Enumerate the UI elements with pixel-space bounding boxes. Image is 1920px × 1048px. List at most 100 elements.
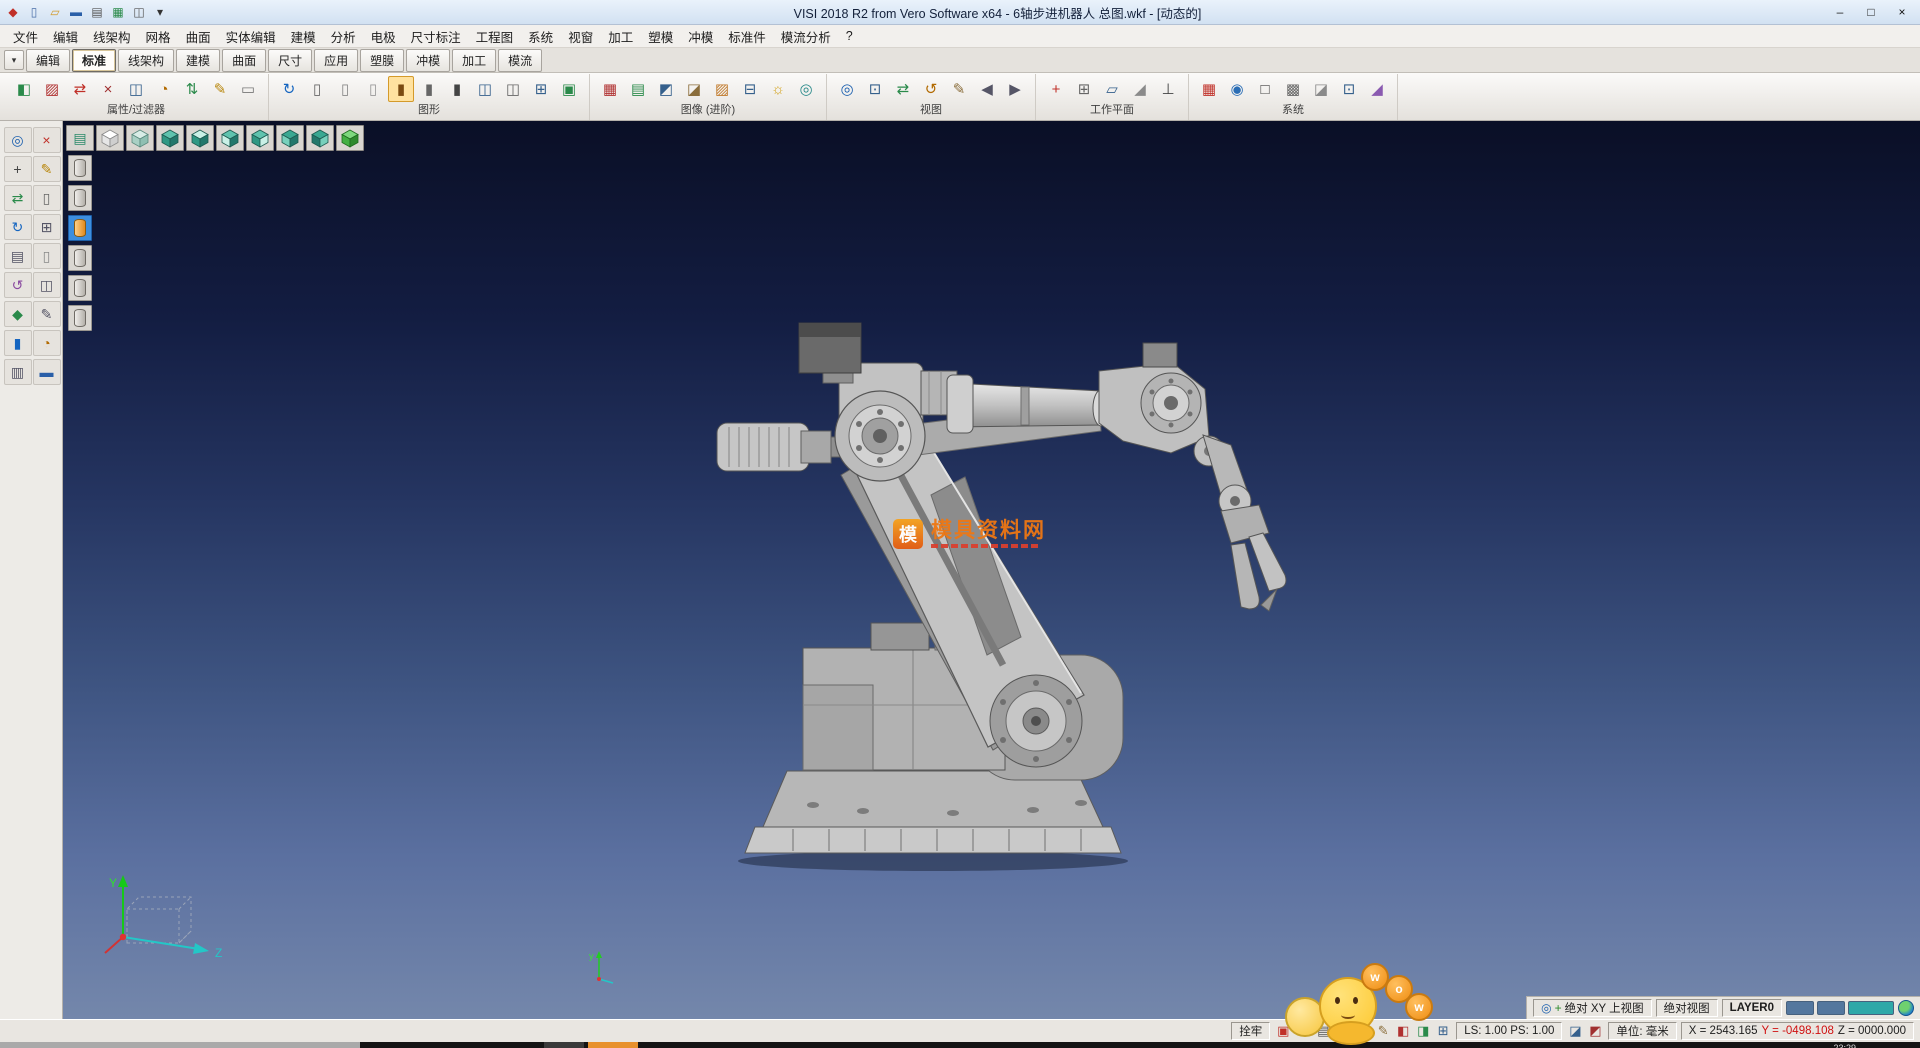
- material-view-icon[interactable]: ◪: [681, 76, 707, 102]
- regen-icon[interactable]: ↻: [4, 214, 32, 240]
- view-dynamic-icon[interactable]: [336, 125, 364, 151]
- attribute-edit-icon[interactable]: ✎: [207, 76, 233, 102]
- print-icon[interactable]: ▤: [88, 3, 106, 21]
- open-file-icon[interactable]: ▱: [46, 3, 64, 21]
- globe-status-icon[interactable]: [1898, 1000, 1914, 1016]
- sheet-icon[interactable]: ▯: [33, 243, 61, 269]
- workplane-new-icon[interactable]: +: [1043, 76, 1069, 102]
- wireframe-mode-icon[interactable]: ▯: [304, 76, 330, 102]
- system-layers-icon[interactable]: ◪: [1308, 76, 1334, 102]
- tab-overflow-button[interactable]: ▾: [4, 50, 24, 70]
- environment-view-icon[interactable]: ◎: [793, 76, 819, 102]
- tab-建模[interactable]: 建模: [176, 49, 220, 72]
- menu-item-2[interactable]: 线架构: [86, 25, 138, 48]
- attribute-history-icon[interactable]: ◔: [151, 76, 177, 102]
- menu-item-8[interactable]: 电极: [364, 25, 403, 48]
- menu-item-9[interactable]: 尺寸标注: [404, 25, 468, 48]
- redraw-icon[interactable]: ↻: [276, 76, 302, 102]
- attribute-clone-icon[interactable]: ◫: [123, 76, 149, 102]
- menu-item-0[interactable]: 文件: [6, 25, 45, 48]
- view-orientation-panel[interactable]: ◎ + 绝对 XY 上视图: [1533, 999, 1652, 1017]
- menu-item-14[interactable]: 塑模: [641, 25, 680, 48]
- snapshot-icon[interactable]: ◫: [130, 3, 148, 21]
- views-icon[interactable]: ◫: [33, 272, 61, 298]
- filter-delete-icon[interactable]: ×: [95, 76, 121, 102]
- layer-toggle-6[interactable]: [68, 305, 92, 331]
- layer-toggle-4[interactable]: [68, 245, 92, 271]
- view-iso-icon[interactable]: [156, 125, 184, 151]
- history-icon[interactable]: ◔: [33, 330, 61, 356]
- menu-item-17[interactable]: 模流分析: [774, 25, 838, 48]
- blank-page-icon[interactable]: ▯: [33, 185, 61, 211]
- layer-toggle-3[interactable]: [68, 215, 92, 241]
- multi-view-2-icon[interactable]: ◫: [500, 76, 526, 102]
- section-view-icon[interactable]: ⊟: [737, 76, 763, 102]
- delete-icon[interactable]: ×: [33, 127, 61, 153]
- dashed-hidden-mode-icon[interactable]: ▯: [360, 76, 386, 102]
- view-mode-panel[interactable]: 绝对视图: [1656, 999, 1718, 1017]
- menu-item-5[interactable]: 实体编辑: [219, 25, 283, 48]
- edit-geometry-icon[interactable]: ✎: [33, 156, 61, 182]
- tab-标准[interactable]: 标准: [72, 49, 116, 72]
- layer-toggle-5[interactable]: [68, 275, 92, 301]
- close-button[interactable]: ×: [1888, 3, 1916, 21]
- menu-item-10[interactable]: 工程图: [469, 25, 521, 48]
- zoom-window-icon[interactable]: ⊡: [862, 76, 888, 102]
- windows-taskbar[interactable]: 23:29: [0, 1042, 1920, 1048]
- save-dock-icon[interactable]: ▬: [33, 359, 61, 385]
- previous-view-icon[interactable]: ◀: [974, 76, 1000, 102]
- menu-item-16[interactable]: 标准件: [721, 25, 773, 48]
- color-palette-icon[interactable]: ▦: [1196, 76, 1222, 102]
- shaded-edges-mode-icon[interactable]: ▮: [444, 76, 470, 102]
- shade-options-icon[interactable]: ▣: [556, 76, 582, 102]
- render-scene-icon[interactable]: ▦: [597, 76, 623, 102]
- shadow-view-icon[interactable]: ◩: [653, 76, 679, 102]
- attribute-erase-icon[interactable]: ▭: [235, 76, 261, 102]
- view-front-icon[interactable]: [276, 125, 304, 151]
- layers-icon[interactable]: ▤: [4, 243, 32, 269]
- filter-updown-icon[interactable]: ⇅: [179, 76, 205, 102]
- shaded-cube-icon[interactable]: [126, 125, 154, 151]
- globe-network-icon[interactable]: ◉: [1224, 76, 1250, 102]
- menu-item-11[interactable]: 系统: [521, 25, 560, 48]
- ramp-icon[interactable]: ◢: [1364, 76, 1390, 102]
- menu-item-15[interactable]: 冲模: [681, 25, 720, 48]
- filter-swap-icon[interactable]: ⇄: [67, 76, 93, 102]
- qat-dropdown-icon[interactable]: ▾: [151, 3, 169, 21]
- flat-shade-mode-icon[interactable]: ▮: [416, 76, 442, 102]
- next-view-icon[interactable]: ▶: [1002, 76, 1028, 102]
- layer-panel[interactable]: LAYER0: [1722, 999, 1782, 1017]
- texture-view-icon[interactable]: ▨: [709, 76, 735, 102]
- menu-item-3[interactable]: 网格: [139, 25, 178, 48]
- menu-item-6[interactable]: 建模: [284, 25, 323, 48]
- layer-toggle-1[interactable]: [68, 155, 92, 181]
- system-grid-icon[interactable]: ⊡: [1336, 76, 1362, 102]
- tab-编辑[interactable]: 编辑: [26, 49, 70, 72]
- hidden-line-mode-icon[interactable]: ▯: [332, 76, 358, 102]
- menu-item-13[interactable]: 加工: [601, 25, 640, 48]
- tab-塑膜[interactable]: 塑膜: [360, 49, 404, 72]
- pan-view-icon[interactable]: ⇄: [890, 76, 916, 102]
- app-icon[interactable]: ◆: [4, 3, 22, 21]
- workplane-corner-icon[interactable]: ◢: [1127, 76, 1153, 102]
- plot-icon[interactable]: ▦: [109, 3, 127, 21]
- shaded-mode-icon[interactable]: ▮: [388, 76, 414, 102]
- attribute-copy-icon[interactable]: ◧: [11, 76, 37, 102]
- swap-icon[interactable]: ⇄: [4, 185, 32, 211]
- view-back-icon[interactable]: [306, 125, 334, 151]
- measure-icon[interactable]: ✎: [946, 76, 972, 102]
- menu-item-4[interactable]: 曲面: [179, 25, 218, 48]
- attribute-paint-icon[interactable]: ▨: [39, 76, 65, 102]
- menu-item-18[interactable]: ?: [839, 27, 860, 45]
- grid-icon[interactable]: ⊞: [33, 214, 61, 240]
- snap-lock-toggle[interactable]: 拴牢: [1231, 1022, 1270, 1040]
- point-icon[interactable]: ◆: [4, 301, 32, 327]
- table-icon[interactable]: ▥: [4, 359, 32, 385]
- viewport-3d[interactable]: ▤: [63, 121, 1920, 1019]
- view-right-icon[interactable]: [246, 125, 274, 151]
- bar-icon[interactable]: ▮: [4, 330, 32, 356]
- multi-view-icon[interactable]: ◫: [472, 76, 498, 102]
- grid-view-icon[interactable]: ⊞: [528, 76, 554, 102]
- render-tree-icon[interactable]: ▤: [625, 76, 651, 102]
- menu-item-7[interactable]: 分析: [324, 25, 363, 48]
